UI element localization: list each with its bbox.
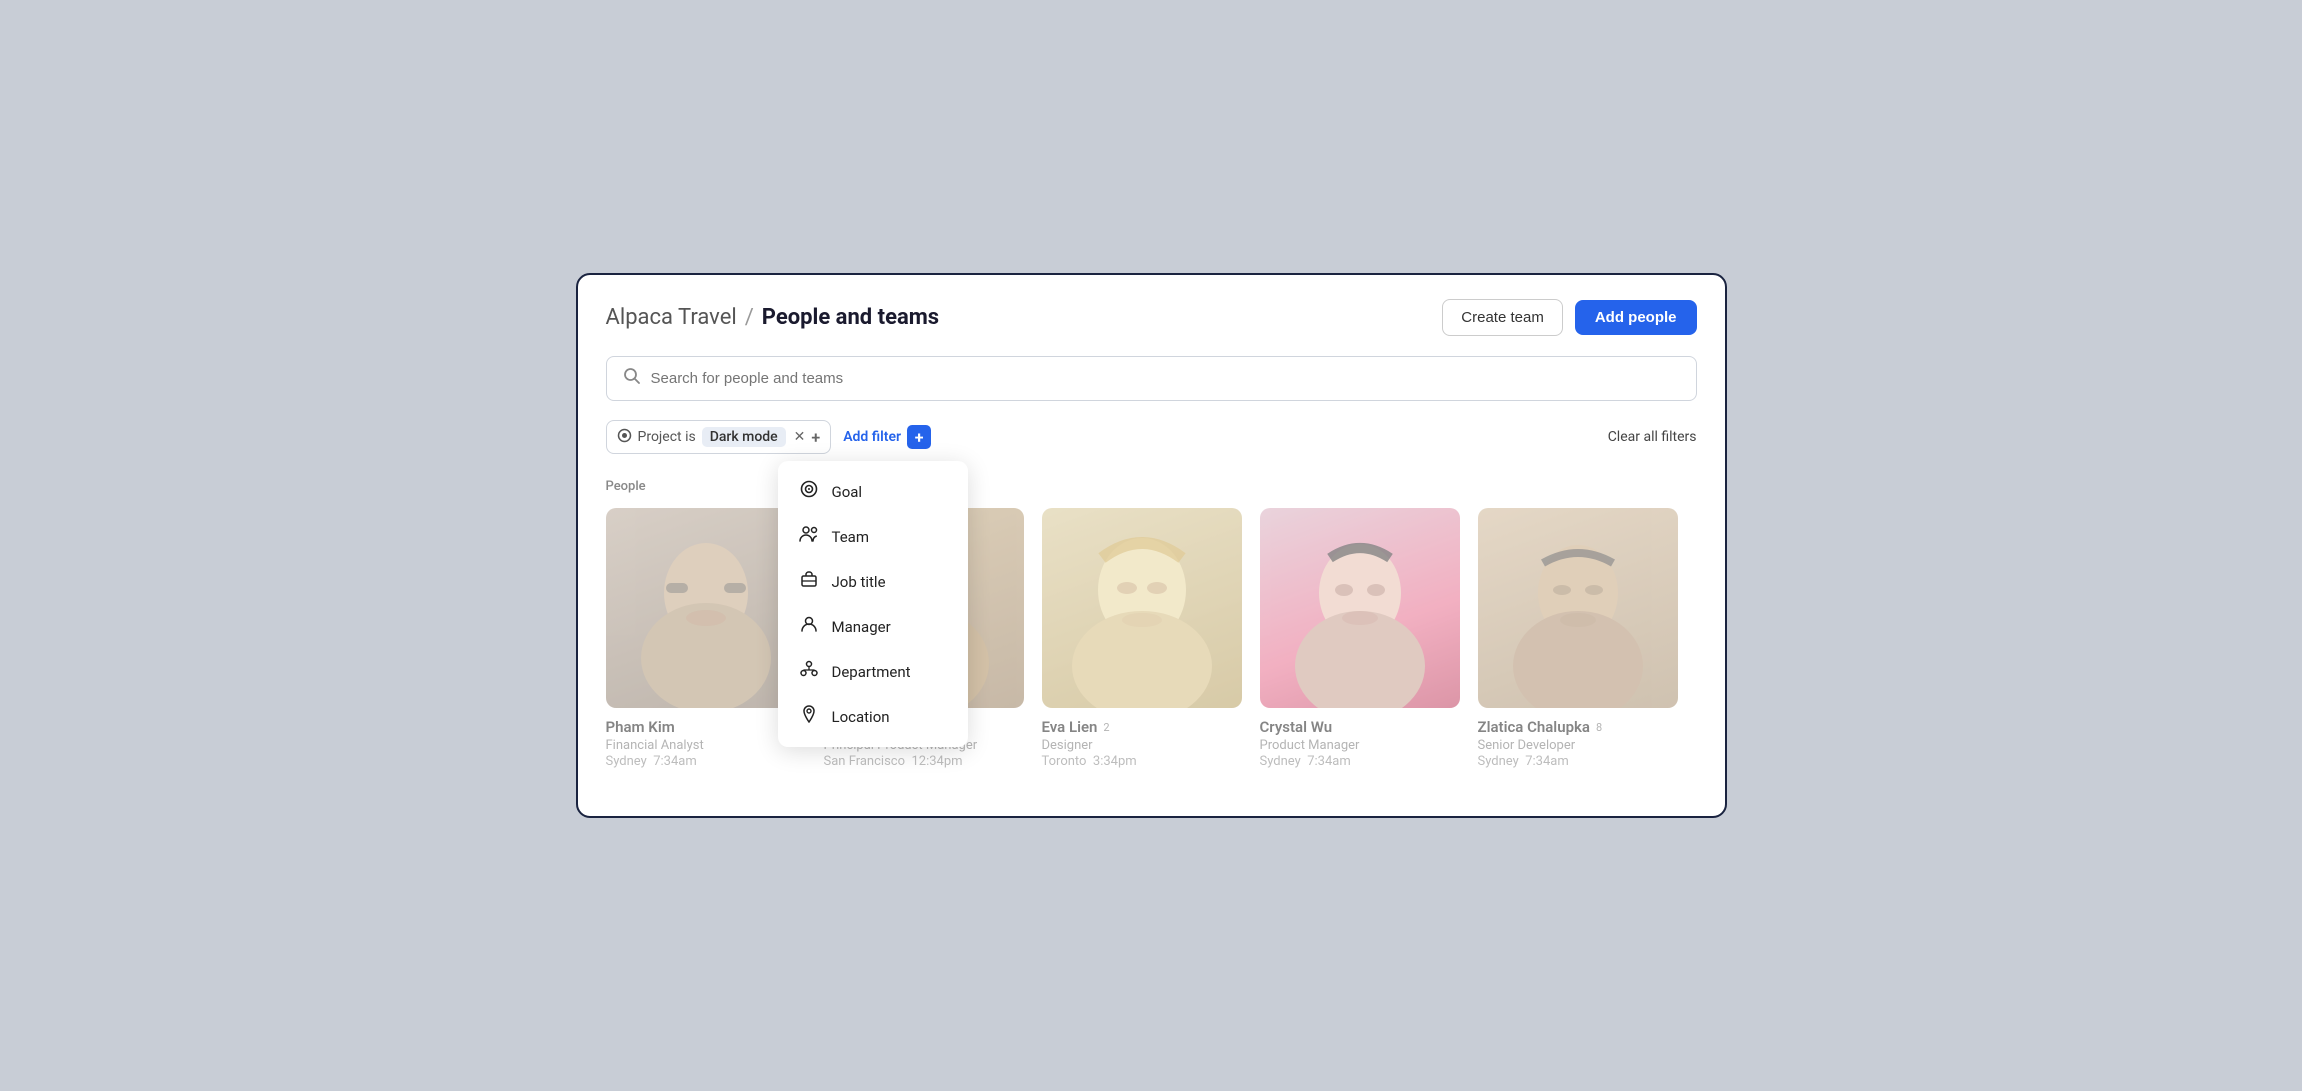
dropdown-item-manager-label: Manager <box>832 618 891 636</box>
filter-bar: Project is Dark mode ✕ + Add filter + Cl… <box>606 419 1697 455</box>
create-team-button[interactable]: Create team <box>1442 299 1563 336</box>
dropdown-item-team-label: Team <box>832 528 870 546</box>
dropdown-item-goal[interactable]: Goal <box>778 469 968 514</box>
breadcrumb: Alpaca Travel / People and teams <box>606 305 940 330</box>
person-location-time-amar-sundaram: San Francisco 12:34pm <box>824 754 1024 769</box>
avatar-zlatica-chalupka <box>1478 508 1678 708</box>
dropdown-item-job-title-label: Job title <box>832 573 886 591</box>
person-name-pham-kim: Pham Kim <box>606 718 675 736</box>
expand-filter-button[interactable]: + <box>811 428 820 447</box>
goal-icon <box>798 480 820 503</box>
person-title-crystal-wu: Product Manager <box>1260 738 1460 753</box>
dropdown-item-goal-label: Goal <box>832 483 863 501</box>
person-title-zlatica-chalupka: Senior Developer <box>1478 738 1678 753</box>
header-actions: Create team Add people <box>1442 299 1696 336</box>
search-icon <box>623 367 641 390</box>
add-filter-plus-icon: + <box>907 425 931 449</box>
people-grid: Pham Kim Financial Analyst Sydney 7:34am… <box>606 508 1697 769</box>
project-is-value: Dark mode <box>702 427 786 447</box>
search-bar <box>606 356 1697 401</box>
person-location-time-zlatica-chalupka: Sydney 7:34am <box>1478 754 1678 769</box>
person-badge-zlatica-chalupka: 8 <box>1596 721 1602 734</box>
person-title-eva-lien: Designer <box>1042 738 1242 753</box>
person-location-time-pham-kim: Sydney 7:34am <box>606 754 806 769</box>
manager-icon <box>798 615 820 638</box>
person-card-pham-kim[interactable]: Pham Kim Financial Analyst Sydney 7:34am <box>606 508 806 769</box>
dropdown-item-manager[interactable]: Manager <box>778 604 968 649</box>
page-title: People and teams <box>762 305 939 330</box>
search-input[interactable] <box>651 370 1680 387</box>
person-badge-eva-lien: 2 <box>1103 721 1109 734</box>
add-filter-label: Add filter <box>843 429 901 445</box>
dropdown-item-department-label: Department <box>832 663 911 681</box>
person-name-row-crystal-wu: Crystal Wu <box>1260 718 1460 736</box>
person-name-eva-lien: Eva Lien <box>1042 718 1098 736</box>
project-is-icon <box>617 428 632 447</box>
avatar-crystal-wu <box>1260 508 1460 708</box>
dropdown-item-job-title[interactable]: Job title <box>778 559 968 604</box>
remove-filter-button[interactable]: ✕ <box>794 429 806 445</box>
person-card-zlatica-chalupka[interactable]: Zlatica Chalupka 8 Senior Developer Sydn… <box>1478 508 1678 769</box>
add-people-button[interactable]: Add people <box>1575 300 1697 335</box>
header: Alpaca Travel / People and teams Create … <box>606 299 1697 336</box>
person-name-zlatica-chalupka: Zlatica Chalupka <box>1478 718 1591 736</box>
team-icon <box>798 525 820 548</box>
person-location-time-eva-lien: Toronto 3:34pm <box>1042 754 1242 769</box>
person-name-row-eva-lien: Eva Lien 2 <box>1042 718 1242 736</box>
department-icon <box>798 660 820 683</box>
person-name-row-zlatica-chalupka: Zlatica Chalupka 8 <box>1478 718 1678 736</box>
project-is-label: Project is <box>638 429 696 445</box>
project-is-filter-chip: Project is Dark mode ✕ + <box>606 420 832 454</box>
person-location-time-crystal-wu: Sydney 7:34am <box>1260 754 1460 769</box>
dropdown-item-department[interactable]: Department <box>778 649 968 694</box>
dropdown-item-team[interactable]: Team <box>778 514 968 559</box>
dropdown-item-location[interactable]: Location <box>778 694 968 739</box>
person-name-row-pham-kim: Pham Kim <box>606 718 806 736</box>
people-section-label: People <box>606 479 1697 494</box>
dropdown-item-location-label: Location <box>832 708 890 726</box>
person-card-crystal-wu[interactable]: Crystal Wu Product Manager Sydney 7:34am <box>1260 508 1460 769</box>
person-name-crystal-wu: Crystal Wu <box>1260 718 1333 736</box>
person-card-eva-lien[interactable]: Eva Lien 2 Designer Toronto 3:34pm <box>1042 508 1242 769</box>
job-title-icon <box>798 570 820 593</box>
app-window: Alpaca Travel / People and teams Create … <box>576 273 1727 818</box>
location-icon <box>798 705 820 728</box>
filter-dropdown: Goal Team <box>778 461 968 747</box>
clear-all-filters-button[interactable]: Clear all filters <box>1608 429 1697 445</box>
avatar-eva-lien <box>1042 508 1242 708</box>
breadcrumb-org: Alpaca Travel <box>606 305 737 330</box>
avatar-pham-kim <box>606 508 806 708</box>
add-filter-button[interactable]: Add filter + <box>841 419 933 455</box>
breadcrumb-separator: / <box>745 305 754 330</box>
person-title-pham-kim: Financial Analyst <box>606 738 806 753</box>
